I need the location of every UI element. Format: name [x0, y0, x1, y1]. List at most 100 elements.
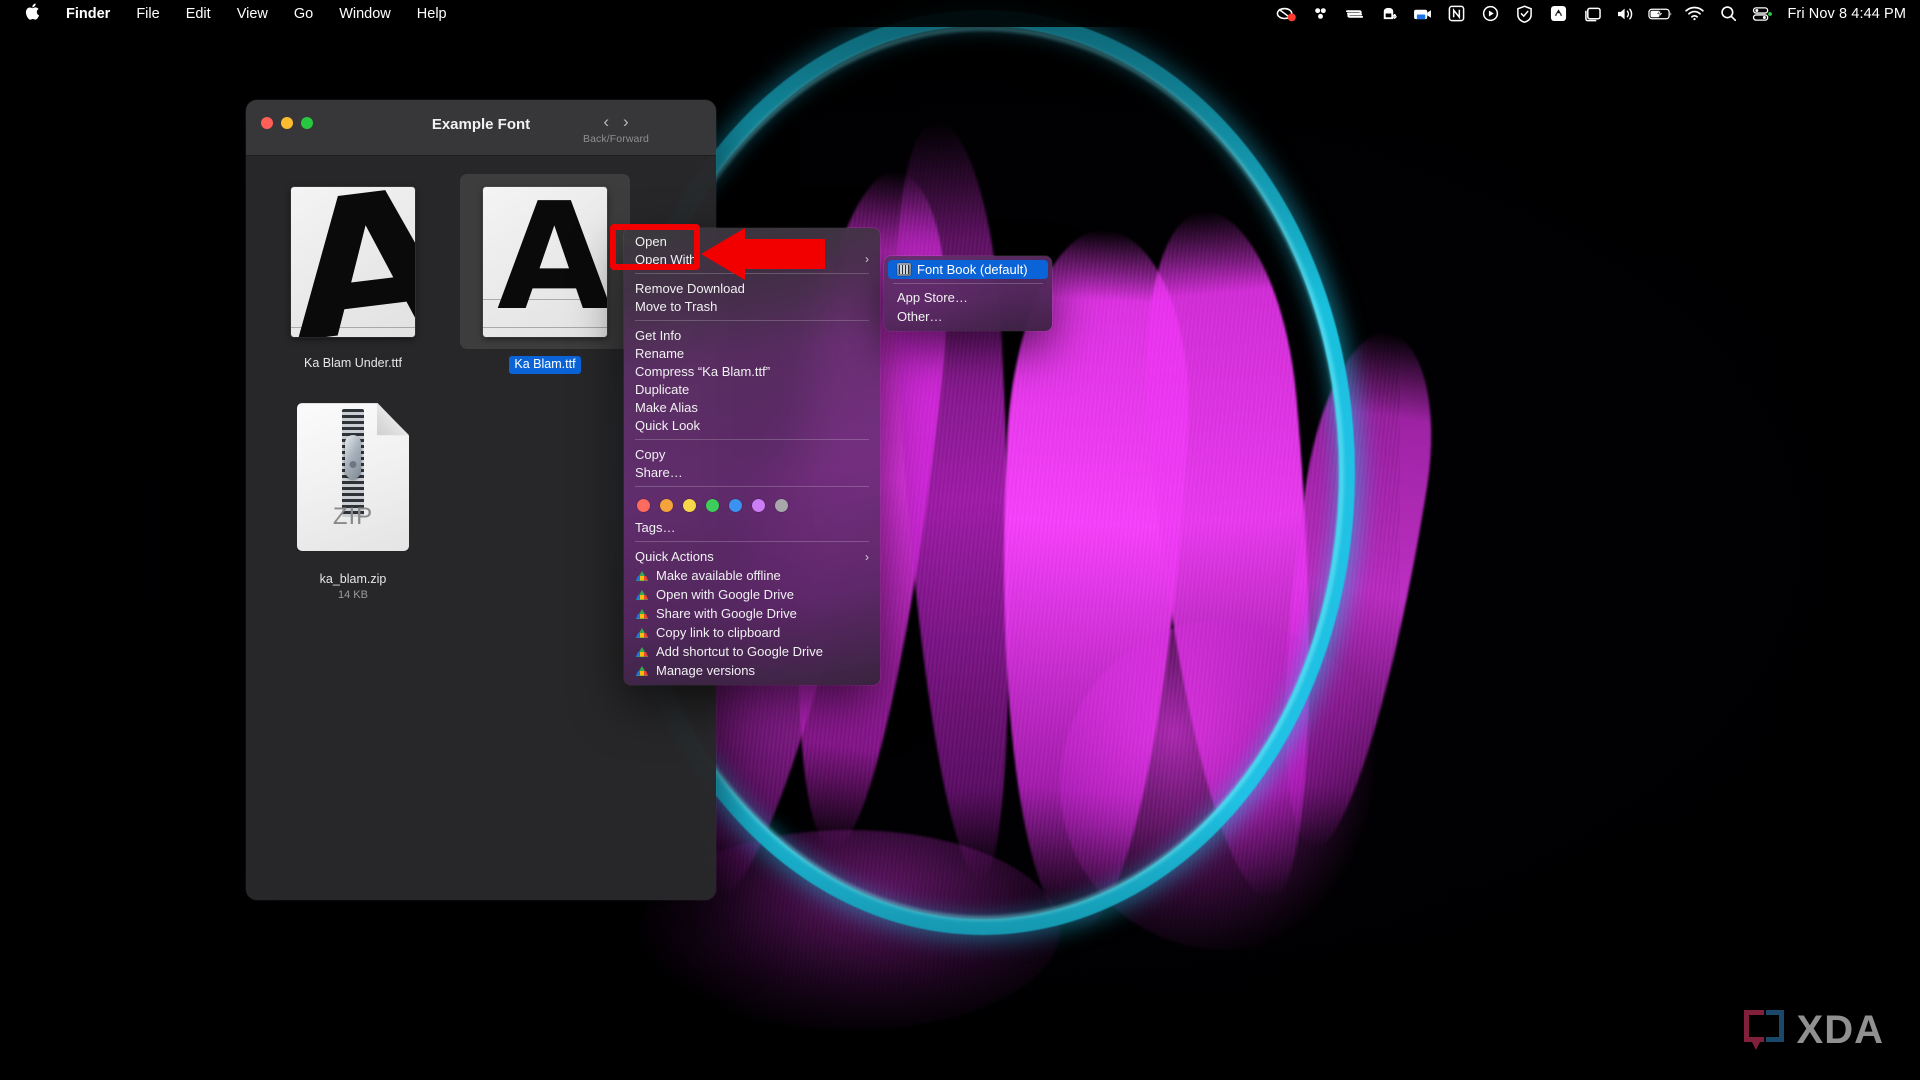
context-menu-item-quick-actions[interactable]: Quick Actions ›	[624, 547, 880, 566]
dropbox-icon[interactable]	[1541, 0, 1575, 27]
camera-icon[interactable]	[1405, 0, 1439, 27]
context-menu-item-compress[interactable]: Compress “Ka Blam.ttf”	[624, 362, 880, 380]
submenu-item-other[interactable]: Other…	[888, 307, 1048, 326]
menu-item-go[interactable]: Go	[281, 6, 326, 22]
submenu-item-app-store[interactable]: App Store…	[888, 288, 1048, 307]
context-menu-item-remove-download[interactable]: Remove Download	[624, 279, 880, 297]
window-traffic-lights	[261, 117, 313, 129]
spotlight-search-icon[interactable]	[1711, 0, 1745, 27]
menu-item-help[interactable]: Help	[404, 6, 460, 22]
tag-color-red[interactable]	[637, 499, 650, 512]
file-item[interactable]: A Ka Blam Under.ttf	[268, 174, 438, 374]
context-menu-item-add-shortcut-to-google-drive[interactable]: Add shortcut to Google Drive	[624, 642, 880, 661]
grammarly-icon[interactable]	[1337, 0, 1371, 27]
menu-bar-app-menus: Finder File Edit View Go Window Help	[0, 3, 460, 24]
menu-item-finder[interactable]: Finder	[53, 6, 123, 22]
battery-charging-icon[interactable]	[1643, 0, 1677, 27]
screen-recording-icon[interactable]	[1269, 0, 1303, 27]
menu-item-edit[interactable]: Edit	[173, 6, 224, 22]
context-menu-item-copy-link-to-clipboard[interactable]: Copy link to clipboard	[624, 623, 880, 642]
context-menu-item-make-available-offline[interactable]: Make available offline	[624, 566, 880, 585]
context-menu-item-label: Manage versions	[656, 663, 755, 678]
context-menu-item-label: Move to Trash	[635, 298, 718, 314]
tag-color-purple[interactable]	[752, 499, 765, 512]
forward-icon[interactable]: ›	[623, 113, 629, 130]
context-menu-item-label: Quick Actions	[635, 549, 714, 564]
annotation-arrow-icon	[701, 228, 825, 280]
back-icon[interactable]: ‹	[603, 113, 609, 130]
file-name-label[interactable]: Ka Blam Under.ttf	[304, 356, 402, 372]
menu-bar-clock[interactable]: Fri Nov 8 4:44 PM	[1779, 6, 1906, 22]
context-menu-item-share[interactable]: Share…	[624, 463, 880, 481]
google-drive-icon	[635, 588, 649, 602]
wifi-icon[interactable]	[1677, 0, 1711, 27]
back-forward-caption: Back/Forward	[583, 133, 649, 145]
finder-title-bar: Example Font ‹ › Back/Forward View »	[246, 100, 716, 156]
context-menu-item-label: Share…	[635, 464, 683, 480]
notion-icon[interactable]	[1439, 0, 1473, 27]
submenu-item-font-book[interactable]: Font Book (default)	[888, 260, 1048, 279]
context-menu-item-share-with-google-drive[interactable]: Share with Google Drive	[624, 604, 880, 623]
context-menu-item-label: Open	[635, 233, 667, 249]
menu-item-window[interactable]: Window	[326, 6, 404, 22]
bartender-icon[interactable]	[1371, 0, 1405, 27]
menu-item-file[interactable]: File	[123, 6, 172, 22]
volume-icon[interactable]	[1609, 0, 1643, 27]
stage-manager-icon[interactable]	[1575, 0, 1609, 27]
tag-color-orange[interactable]	[660, 499, 673, 512]
file-item[interactable]: ZIP ka_blam.zip 14 KB	[268, 390, 438, 601]
menu-item-view[interactable]: View	[224, 6, 281, 22]
context-menu-item-label: Add shortcut to Google Drive	[656, 644, 823, 659]
media-play-icon[interactable]	[1473, 0, 1507, 27]
menu-separator	[635, 439, 869, 440]
file-name-label[interactable]: ka_blam.zip	[320, 572, 387, 588]
file-thumbnail[interactable]: ZIP	[268, 390, 438, 565]
context-menu-item-label: Copy link to clipboard	[656, 625, 781, 640]
context-menu-item-label: Duplicate	[635, 381, 690, 397]
context-menu-item-rename[interactable]: Rename	[624, 344, 880, 362]
submenu-item-label: Font Book (default)	[917, 262, 1028, 277]
slack-icon[interactable]	[1303, 0, 1337, 27]
google-drive-icon	[635, 607, 649, 621]
context-menu-item-label: Copy	[635, 446, 666, 462]
context-menu-item-duplicate[interactable]: Duplicate	[624, 380, 880, 398]
context-menu-item-tags[interactable]: Tags…	[624, 518, 880, 536]
context-menu-item-move-to-trash[interactable]: Move to Trash	[624, 297, 880, 315]
zip-label-text: ZIP	[332, 503, 374, 531]
page-fold-corner	[377, 403, 409, 436]
context-menu-item-make-alias[interactable]: Make Alias	[624, 398, 880, 416]
context-menu-item-label: Open With	[635, 251, 697, 267]
context-menu-item-get-info[interactable]: Get Info	[624, 326, 880, 344]
context-menu-item-label: Open with Google Drive	[656, 587, 795, 602]
apple-logo-icon[interactable]	[12, 3, 53, 23]
context-menu-item-quick-look[interactable]: Quick Look	[624, 416, 880, 434]
adguard-shield-icon[interactable]	[1507, 0, 1541, 27]
tag-color-blue[interactable]	[729, 499, 742, 512]
submenu-arrow-icon: ›	[865, 549, 869, 564]
font-preview-icon: A	[291, 186, 415, 337]
close-window-button[interactable]	[261, 117, 273, 129]
file-thumbnail-selected[interactable]: A	[460, 174, 630, 349]
google-drive-icon	[635, 664, 649, 678]
tag-color-yellow[interactable]	[683, 499, 696, 512]
context-menu-item-label: Quick Look	[635, 417, 701, 433]
maximize-window-button[interactable]	[301, 117, 313, 129]
xda-logo-icon	[1743, 1010, 1788, 1050]
file-item[interactable]: A Ka Blam.ttf	[460, 174, 630, 374]
tag-color-gray[interactable]	[775, 499, 788, 512]
context-menu-item-label: Make Alias	[635, 399, 698, 415]
context-menu-item-manage-versions[interactable]: Manage versions	[624, 661, 880, 680]
minimize-window-button[interactable]	[281, 117, 293, 129]
google-drive-icon	[635, 626, 649, 640]
tag-color-green[interactable]	[706, 499, 719, 512]
file-name-label-selected[interactable]: Ka Blam.ttf	[509, 356, 581, 374]
file-thumbnail[interactable]: A	[268, 174, 438, 349]
control-center-icon[interactable]	[1745, 0, 1779, 27]
context-menu-item-copy[interactable]: Copy	[624, 445, 880, 463]
google-drive-icon	[635, 645, 649, 659]
font-book-app-icon	[897, 263, 911, 276]
context-menu-item-label: Rename	[635, 345, 685, 361]
context-menu-item-open-with-google-drive[interactable]: Open with Google Drive	[624, 585, 880, 604]
context-menu-item-label: Compress “Ka Blam.ttf”	[635, 363, 771, 379]
font-glyph-preview: A	[291, 186, 415, 337]
